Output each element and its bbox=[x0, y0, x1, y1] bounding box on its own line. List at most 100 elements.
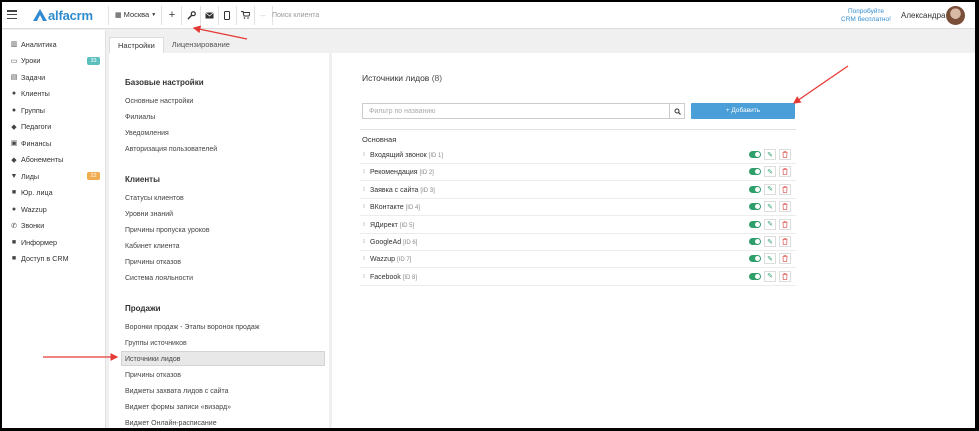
edit-button[interactable]: ✎ bbox=[764, 218, 776, 230]
settings-link[interactable]: Причины отказов bbox=[125, 372, 181, 379]
source-title: Facebook bbox=[370, 273, 401, 281]
settings-link[interactable]: Уведомления bbox=[125, 130, 169, 137]
search-button[interactable] bbox=[670, 103, 685, 119]
minus-icon[interactable]: – bbox=[257, 9, 269, 21]
phone-icon[interactable] bbox=[221, 9, 233, 21]
sidebar-item[interactable]: ■ Юр. лица bbox=[2, 186, 106, 200]
sidebar-item[interactable]: ■ Доступ в CRM bbox=[2, 252, 106, 266]
page-title-text: Источники лидов bbox=[362, 73, 430, 83]
sidebar-item-label: Доступ в CRM bbox=[21, 254, 69, 263]
delete-button[interactable] bbox=[779, 166, 791, 178]
active-toggle[interactable] bbox=[749, 185, 761, 193]
delete-button[interactable] bbox=[779, 183, 791, 195]
settings-link[interactable]: Уровни знаний bbox=[125, 211, 173, 218]
pencil-icon: ✎ bbox=[767, 186, 773, 194]
delete-button[interactable] bbox=[779, 218, 791, 230]
trash-icon bbox=[782, 168, 788, 176]
edit-button[interactable]: ✎ bbox=[764, 270, 776, 282]
page-title-count: (8) bbox=[431, 73, 443, 83]
clipboard-icon: ▤ bbox=[10, 74, 18, 81]
source-id: [ID 7] bbox=[396, 257, 412, 264]
drag-handle-icon[interactable]: ⁞⁞ bbox=[363, 169, 365, 175]
mail-icon[interactable] bbox=[203, 9, 215, 21]
pencil-icon: ✎ bbox=[767, 273, 773, 281]
drag-handle-icon[interactable]: ⁞⁞ bbox=[363, 187, 365, 193]
active-toggle[interactable] bbox=[749, 151, 761, 158]
avatar[interactable] bbox=[946, 6, 965, 25]
settings-link[interactable]: Виджеты захвата лидов с сайта bbox=[125, 388, 229, 395]
settings-link[interactable]: Группы источников bbox=[125, 340, 187, 347]
settings-link[interactable]: Система лояльности bbox=[125, 275, 193, 282]
active-toggle[interactable] bbox=[749, 168, 761, 176]
edit-button[interactable]: ✎ bbox=[764, 183, 776, 195]
settings-link[interactable]: Основные настройки bbox=[125, 98, 193, 105]
edit-button[interactable]: ✎ bbox=[764, 236, 776, 247]
cart-icon[interactable] bbox=[239, 9, 251, 21]
filter-input[interactable] bbox=[362, 103, 670, 119]
sidebar-item[interactable]: ◆ Педагоги bbox=[2, 120, 106, 134]
settings-link[interactable]: Воронки продаж - Этапы воронок продаж bbox=[125, 324, 259, 331]
settings-link[interactable]: Авторизация пользователей bbox=[125, 146, 217, 153]
settings-link[interactable]: Виджет формы записи «визард» bbox=[125, 404, 231, 411]
sidebar-item[interactable]: ▣ Финансы bbox=[2, 136, 106, 150]
users-icon: ● bbox=[11, 106, 17, 114]
graduation-cap-icon: ◆ bbox=[11, 123, 17, 131]
sidebar-item[interactable]: ● Группы bbox=[2, 103, 106, 117]
source-title: Wazzup bbox=[370, 256, 396, 264]
active-toggle[interactable] bbox=[749, 272, 761, 280]
edit-button[interactable]: ✎ bbox=[764, 166, 776, 178]
settings-link[interactable]: Источники лидов bbox=[125, 356, 180, 363]
edit-button[interactable]: ✎ bbox=[764, 201, 776, 213]
sidebar-item[interactable]: ▥ Аналитика bbox=[2, 37, 106, 51]
sidebar-item-label: Лиды bbox=[21, 171, 40, 181]
sidebar-item[interactable]: ▭ Уроки 33 bbox=[2, 54, 106, 68]
phone-icon: ✆ bbox=[11, 222, 17, 230]
list-item: ⁞⁞ ЯДирект [ID 5] ✎ bbox=[360, 217, 796, 234]
settings-link[interactable]: Причины пропуска уроков bbox=[125, 227, 210, 234]
sidebar-item[interactable]: ✆ Звонки bbox=[2, 219, 106, 233]
city-selector[interactable]: ▦ Москва ▼ bbox=[115, 10, 156, 19]
settings-link[interactable]: Причины отказов bbox=[125, 259, 181, 266]
sidebar-item-label: Клиенты bbox=[21, 89, 50, 98]
menu-icon[interactable] bbox=[7, 10, 17, 20]
settings-link[interactable]: Кабинет клиента bbox=[125, 243, 179, 250]
delete-button[interactable] bbox=[779, 270, 791, 282]
active-toggle[interactable] bbox=[749, 238, 761, 245]
edit-button[interactable]: ✎ bbox=[764, 149, 776, 160]
sidebar-item[interactable]: ◆ Абонементы bbox=[2, 153, 106, 167]
try-free-link[interactable]: Попробуйте CRM бесплатно! bbox=[840, 8, 892, 24]
settings-link[interactable]: Филиалы bbox=[125, 114, 155, 121]
active-toggle[interactable] bbox=[749, 220, 761, 228]
sidebar-item[interactable]: ▤ Задачи bbox=[2, 70, 106, 84]
tab[interactable]: Лицензирование bbox=[164, 37, 238, 53]
source-name: Рекомендация [ID 2] bbox=[370, 169, 434, 176]
divider bbox=[200, 6, 201, 25]
edit-button[interactable]: ✎ bbox=[764, 253, 776, 265]
search-input[interactable] bbox=[272, 10, 522, 21]
drag-handle-icon[interactable]: ⁞⁞ bbox=[363, 222, 365, 228]
active-toggle[interactable] bbox=[749, 203, 761, 211]
logo[interactable]: alfacrm bbox=[33, 8, 93, 23]
settings-link[interactable]: Статусы клиентов bbox=[125, 195, 184, 202]
delete-button[interactable] bbox=[779, 253, 791, 265]
drag-handle-icon[interactable]: ⁞⁞ bbox=[363, 256, 365, 262]
plus-icon[interactable]: + bbox=[166, 9, 178, 21]
drag-handle-icon[interactable]: ⁞⁞ bbox=[363, 152, 365, 158]
sidebar-item[interactable]: ● Клиенты bbox=[2, 87, 106, 101]
sidebar-item[interactable]: ■ Информер bbox=[2, 235, 106, 249]
delete-button[interactable] bbox=[779, 149, 791, 160]
tab[interactable]: Настройки bbox=[109, 37, 164, 53]
sidebar-item[interactable]: ▼ Лиды 22 bbox=[2, 169, 106, 183]
drag-handle-icon[interactable]: ⁞⁞ bbox=[363, 274, 365, 280]
delete-button[interactable] bbox=[779, 201, 791, 213]
drag-handle-icon[interactable]: ⁞⁞ bbox=[363, 239, 365, 245]
active-toggle[interactable] bbox=[749, 255, 761, 263]
source-title: Рекомендация bbox=[370, 169, 418, 177]
wrench-icon[interactable] bbox=[185, 9, 197, 21]
drag-handle-icon[interactable]: ⁞⁞ bbox=[363, 204, 365, 210]
sidebar-item[interactable]: ● Wazzup bbox=[2, 202, 106, 216]
delete-button[interactable] bbox=[779, 236, 791, 247]
user-name[interactable]: Александра bbox=[901, 11, 945, 20]
settings-link[interactable]: Виджет Онлайн-расписание bbox=[125, 420, 217, 427]
add-button[interactable]: + Добавить bbox=[691, 103, 795, 119]
